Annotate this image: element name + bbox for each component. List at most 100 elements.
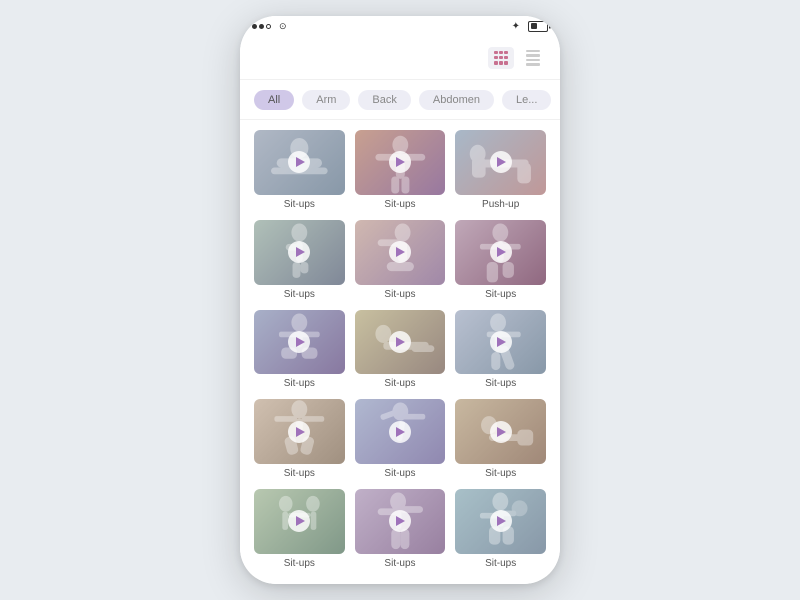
grid-icon (494, 51, 508, 65)
exercise-name: Sit-ups (485, 468, 516, 479)
exercise-name: Sit-ups (284, 378, 315, 389)
exercise-item[interactable]: Sit-ups (355, 220, 446, 300)
play-icon (296, 516, 305, 526)
play-icon (497, 157, 506, 167)
play-icon (296, 157, 305, 167)
exercise-thumbnail (355, 399, 446, 464)
nav-bar (240, 36, 560, 80)
exercise-thumbnail (455, 220, 546, 285)
play-button[interactable] (490, 151, 512, 173)
play-icon (497, 516, 506, 526)
exercise-item[interactable]: Sit-ups (254, 220, 345, 300)
exercise-name: Sit-ups (384, 199, 415, 210)
play-button[interactable] (288, 510, 310, 532)
play-icon (396, 157, 405, 167)
play-icon (296, 337, 305, 347)
play-icon (497, 427, 506, 437)
exercise-item[interactable]: Sit-ups (254, 130, 345, 210)
exercise-thumbnail (254, 310, 345, 375)
battery-icon (528, 21, 548, 32)
play-button[interactable] (490, 510, 512, 532)
exercise-thumbnail (455, 310, 546, 375)
exercise-item[interactable]: Sit-ups (455, 310, 546, 390)
play-icon (396, 247, 405, 257)
exercise-name: Sit-ups (384, 558, 415, 569)
exercise-item[interactable]: Sit-ups (254, 310, 345, 390)
filter-legs[interactable]: Le... (502, 90, 551, 110)
exercise-name: Sit-ups (485, 378, 516, 389)
filter-all[interactable]: All (254, 90, 294, 110)
exercise-name: Sit-ups (384, 378, 415, 389)
exercise-name: Sit-ups (284, 289, 315, 300)
play-button[interactable] (389, 241, 411, 263)
play-button[interactable] (389, 510, 411, 532)
exercise-item[interactable]: Sit-ups (355, 310, 446, 390)
exercise-item[interactable]: Sit-ups (254, 489, 345, 569)
exercise-name: Sit-ups (485, 558, 516, 569)
play-button[interactable] (490, 241, 512, 263)
exercise-item[interactable]: Sit-ups (355, 130, 446, 210)
play-icon (396, 516, 405, 526)
dot2 (259, 24, 264, 29)
play-button[interactable] (288, 241, 310, 263)
exercise-thumbnail (455, 399, 546, 464)
exercise-thumbnail (254, 220, 345, 285)
filter-back[interactable]: Back (358, 90, 410, 110)
list-view-button[interactable] (520, 47, 546, 69)
exercise-item[interactable]: Sit-ups (355, 489, 446, 569)
play-button[interactable] (288, 151, 310, 173)
filter-arm[interactable]: Arm (302, 90, 350, 110)
play-icon (296, 427, 305, 437)
grid-view-button[interactable] (488, 47, 514, 69)
exercise-thumbnail (254, 489, 345, 554)
exercise-name: Sit-ups (485, 289, 516, 300)
exercise-name: Sit-ups (284, 468, 315, 479)
exercise-name: Push-up (482, 199, 519, 210)
status-bar: ⊙ ✦ (240, 16, 560, 36)
play-button[interactable] (288, 421, 310, 443)
play-icon (497, 247, 506, 257)
play-icon (296, 247, 305, 257)
exercise-thumbnail (455, 489, 546, 554)
dot1 (252, 24, 257, 29)
status-left: ⊙ (252, 21, 287, 32)
play-icon (396, 337, 405, 347)
play-button[interactable] (288, 331, 310, 353)
exercise-item[interactable]: Sit-ups (355, 399, 446, 479)
exercise-item[interactable]: Sit-ups (455, 220, 546, 300)
dot3 (266, 24, 271, 29)
filter-bar: All Arm Back Abdomen Le... (240, 80, 560, 120)
play-button[interactable] (389, 331, 411, 353)
exercise-item[interactable]: Sit-ups (254, 399, 345, 479)
exercise-thumbnail (355, 489, 446, 554)
play-button[interactable] (490, 331, 512, 353)
view-toggles (488, 47, 546, 69)
exercise-item[interactable]: Push-up (455, 130, 546, 210)
exercise-thumbnail (355, 130, 446, 195)
play-button[interactable] (490, 421, 512, 443)
bluetooth-icon: ✦ (512, 21, 520, 32)
exercise-thumbnail (455, 130, 546, 195)
wifi-icon: ⊙ (279, 21, 287, 32)
exercise-item[interactable]: Sit-ups (455, 399, 546, 479)
play-button[interactable] (389, 421, 411, 443)
exercise-grid: Sit-ups Sit-ups Push-up Sit-ups Sit-ups Sit-u… (254, 130, 546, 569)
list-icon (526, 50, 540, 66)
phone-frame: ⊙ ✦ (240, 16, 560, 584)
exercise-item[interactable]: Sit-ups (455, 489, 546, 569)
status-right: ✦ (512, 21, 548, 32)
play-button[interactable] (389, 151, 411, 173)
battery-fill (531, 23, 537, 29)
play-icon (396, 427, 405, 437)
exercise-thumbnail (355, 220, 446, 285)
exercise-thumbnail (254, 399, 345, 464)
signal-dots (252, 24, 271, 29)
exercise-name: Sit-ups (384, 289, 415, 300)
exercise-thumbnail (355, 310, 446, 375)
exercise-name: Sit-ups (284, 199, 315, 210)
play-icon (497, 337, 506, 347)
exercise-name: Sit-ups (384, 468, 415, 479)
exercise-thumbnail (254, 130, 345, 195)
filter-abdomen[interactable]: Abdomen (419, 90, 494, 110)
exercise-name: Sit-ups (284, 558, 315, 569)
